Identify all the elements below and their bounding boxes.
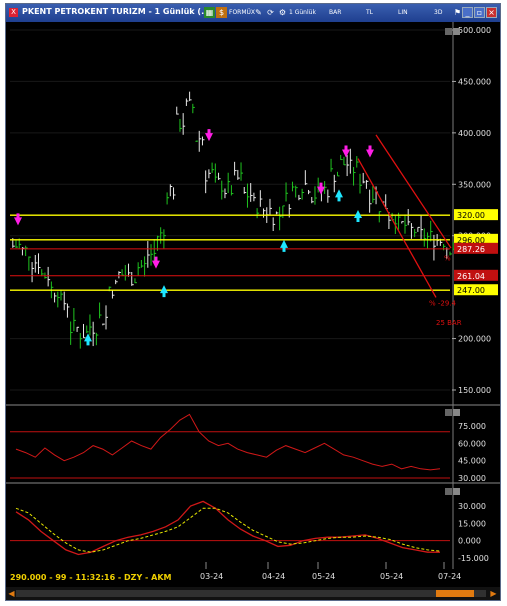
price-tag-label: 247.00 [457, 286, 485, 295]
price-panel-close-icon[interactable] [453, 28, 460, 35]
scale-button[interactable]: LIN [398, 6, 408, 19]
scroll-left-icon[interactable]: ◀ [7, 588, 16, 599]
channel-small-label: % [444, 254, 451, 262]
channel-percent-label: % -29.4 [429, 300, 457, 308]
price-axis-label: 500.000 [458, 26, 491, 35]
macd-axis-label: 15.000 [458, 519, 486, 528]
refresh-icon[interactable]: ⟳ [265, 7, 276, 18]
channel-bars-label: 25 BAR [436, 319, 462, 327]
price-axis-label: 200.000 [458, 335, 491, 344]
rsi-panel-menu-icon[interactable] [445, 409, 452, 416]
formula-button[interactable]: FORMÜX [229, 6, 255, 19]
period-selector[interactable]: 1 Günlük [289, 6, 316, 19]
price-tag-label: 320.00 [457, 211, 485, 220]
chart-window: X PKENT PETROKENT TURIZM - 1 Günlük (.1d… [5, 3, 501, 601]
chart-type-icon[interactable]: ▦ [204, 7, 215, 18]
scroll-thumb[interactable] [436, 590, 474, 597]
close-button[interactable]: × [486, 7, 497, 18]
minimize-button[interactable]: _ [462, 7, 473, 18]
window-title: PKENT PETROKENT TURIZM - 1 Günlük (.1d) [22, 7, 220, 16]
rsi-axis-label: 45.000 [458, 457, 486, 466]
draw-icon[interactable]: ✎ [253, 7, 264, 18]
bar-type-button[interactable]: BAR [329, 6, 341, 19]
scroll-right-icon[interactable]: ▶ [489, 588, 498, 599]
status-readout: 290.000 - 99 - 11:32:16 - DZY - AKM [10, 573, 172, 582]
macd-panel-close-icon[interactable] [453, 488, 460, 495]
title-bar[interactable]: X PKENT PETROKENT TURIZM - 1 Günlük (.1d… [6, 4, 500, 22]
status-bar: 290.000 - 99 - 11:32:16 - DZY - AKM [6, 569, 500, 587]
settings-icon[interactable]: ⚙ [277, 7, 288, 18]
horizontal-scrollbar[interactable]: ◀ ▶ [6, 587, 500, 600]
price-tag-label: 261.04 [457, 272, 485, 281]
app-icon: X [9, 8, 18, 17]
price-axis-label: 450.000 [458, 77, 491, 86]
indicator-icon[interactable]: $ [216, 7, 227, 18]
price-axis-label: 400.000 [458, 129, 491, 138]
price-tag-label: 287.26 [457, 245, 485, 254]
rsi-panel-close-icon[interactable] [453, 409, 460, 416]
macd-panel-menu-icon[interactable] [445, 488, 452, 495]
price-axis-label: 150.000 [458, 386, 491, 395]
macd-panel[interactable] [6, 483, 500, 569]
scroll-track[interactable] [16, 590, 486, 597]
price-panel-menu-icon[interactable] [445, 28, 452, 35]
macd-axis-label: -15.000 [458, 554, 489, 563]
restore-button[interactable]: ▫ [474, 7, 485, 18]
threed-button[interactable]: 3D [434, 6, 442, 19]
chart-area[interactable]: % -29.4 25 BAR% 500.000 450.000 400.000 350.… [6, 22, 500, 569]
currency-button[interactable]: TL [366, 6, 373, 19]
macd-axis-label: 0.000 [458, 537, 481, 546]
rsi-axis-label: 75.000 [458, 422, 486, 431]
price-axis-label: 350.000 [458, 180, 491, 189]
rsi-axis-label: 60.000 [458, 439, 486, 448]
rsi-panel[interactable] [6, 405, 500, 483]
rsi-axis-label: 30.000 [458, 474, 486, 483]
macd-axis-label: 30.000 [458, 502, 486, 511]
